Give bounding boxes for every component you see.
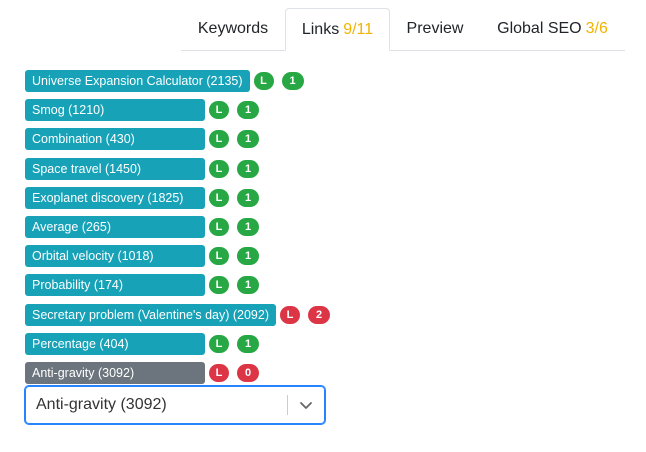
link-count-badge: 1 — [237, 188, 259, 207]
link-type-badge: L — [209, 101, 229, 120]
list-item: Combination (430) L 1 — [25, 128, 330, 151]
list-item: Universe Expansion Calculator (2135) L 1 — [25, 70, 330, 92]
link-count-badge: 1 — [237, 130, 259, 149]
link-type-badge: L — [209, 363, 229, 382]
list-item: Average (265) L 1 — [25, 215, 330, 238]
link-count-badge: 1 — [237, 276, 259, 295]
link-count-badge: 1 — [237, 159, 259, 178]
link-label[interactable]: Anti-gravity (3092) — [25, 361, 205, 384]
list-item: Exoplanet discovery (1825) L 1 — [25, 186, 330, 209]
link-label[interactable]: Universe Expansion Calculator (2135) — [25, 70, 250, 92]
link-count-badge: 1 — [237, 247, 259, 266]
link-select[interactable]: Anti-gravity (3092) — [25, 386, 325, 424]
link-type-badge: L — [253, 72, 274, 90]
list-item: Secretary problem (Valentine's day) (209… — [25, 303, 330, 326]
tab-label: Preview — [406, 20, 464, 37]
list-item: Space travel (1450) L 1 — [25, 157, 330, 180]
links-list: Universe Expansion Calculator (2135) L 1… — [25, 70, 330, 391]
tab-keywords[interactable]: Keywords — [181, 8, 285, 50]
link-label[interactable]: Exoplanet discovery (1825) — [25, 186, 205, 209]
link-count-badge: 1 — [281, 72, 304, 90]
tab-global-seo[interactable]: Global SEO 3/6 — [480, 8, 625, 50]
link-label[interactable]: Combination (430) — [25, 128, 205, 151]
tab-links[interactable]: Links 9/11 — [285, 8, 390, 51]
tab-count: 3/6 — [585, 20, 608, 37]
list-item: Smog (1210) L 1 — [25, 99, 330, 122]
link-count-badge: 1 — [237, 217, 259, 236]
link-type-badge: L — [209, 159, 229, 178]
link-label[interactable]: Orbital velocity (1018) — [25, 245, 205, 268]
chevron-down-icon[interactable] — [288, 387, 324, 423]
tab-label: Keywords — [197, 20, 269, 37]
link-type-badge: L — [209, 276, 229, 295]
link-type-badge: L — [209, 247, 229, 266]
tab-count: 9/11 — [343, 20, 374, 38]
link-type-badge: L — [209, 188, 229, 207]
list-item: Orbital velocity (1018) L 1 — [25, 245, 330, 268]
tab-preview[interactable]: Preview — [390, 8, 480, 50]
tab-label: Links — [301, 20, 340, 38]
link-count-badge: 1 — [237, 334, 259, 353]
select-value: Anti-gravity (3092) — [36, 396, 167, 413]
tab-label: Global SEO — [497, 20, 582, 37]
link-count-badge: 1 — [237, 101, 259, 120]
list-item: Probability (174) L 1 — [25, 274, 330, 297]
link-label[interactable]: Secretary problem (Valentine's day) (209… — [25, 303, 276, 326]
tab-bar: Keywords Links 9/11 Preview Global SEO 3… — [181, 8, 625, 51]
link-count-badge: 0 — [237, 363, 259, 382]
list-item: Anti-gravity (3092) L 0 — [25, 361, 330, 384]
link-label[interactable]: Probability (174) — [25, 274, 205, 297]
link-type-badge: L — [209, 334, 229, 353]
link-label[interactable]: Space travel (1450) — [25, 157, 205, 180]
list-item: Percentage (404) L 1 — [25, 332, 330, 355]
link-type-badge: L — [209, 217, 229, 236]
link-label[interactable]: Average (265) — [25, 215, 205, 238]
link-count-badge: 2 — [308, 305, 330, 324]
link-type-badge: L — [209, 130, 229, 149]
link-label[interactable]: Percentage (404) — [25, 332, 205, 355]
link-type-badge: L — [280, 305, 300, 324]
link-label[interactable]: Smog (1210) — [25, 99, 205, 122]
